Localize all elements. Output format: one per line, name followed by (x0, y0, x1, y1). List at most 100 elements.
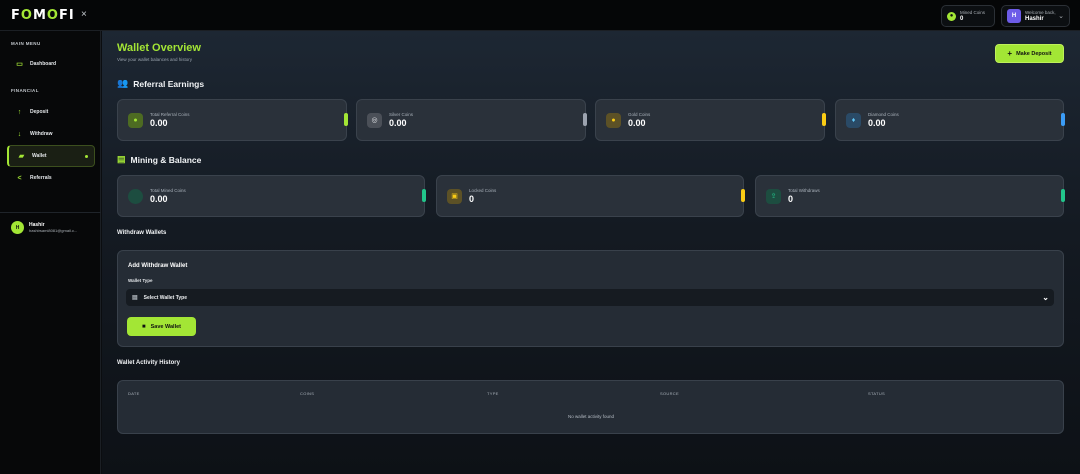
card-accent (741, 189, 745, 202)
sidebar-profile[interactable]: H Hashir hashirsami8081@gmail.c... (11, 221, 77, 234)
panel-title: Add Withdraw Wallet (128, 263, 188, 269)
card-label: Diamond Coins (868, 111, 899, 117)
main-content: Wallet Overview View your wallet balance… (102, 31, 1080, 474)
card-label: Gold Coins (628, 111, 651, 117)
total-withdraws-card: ⇪ Total Withdraws 0 (755, 175, 1065, 217)
silver-coin-icon: ◎ (367, 112, 382, 128)
financial-title: FINANCIAL (11, 88, 39, 93)
make-deposit-button[interactable]: + Make Deposit (995, 44, 1064, 63)
mined-coins-label: Mined Coins (960, 9, 986, 15)
mined-coins-pill: ● Mined Coins 0 (941, 5, 995, 27)
profile-email: hashirsami8081@gmail.c... (29, 227, 78, 233)
total-referral-coins-card: ● Total Referral Coins 0.00 (117, 99, 348, 141)
user-avatar: H (1007, 9, 1021, 23)
wallet-activity-table: DATE COINS TYPE SOURCE STATUS No wallet … (117, 380, 1064, 434)
card-value: 0.00 (628, 117, 646, 128)
user-name: Hashir (1025, 15, 1044, 22)
wallet-icon: ▤ (132, 295, 138, 301)
active-indicator (85, 154, 88, 158)
sidebar-item-deposit[interactable]: ↑ Deposit (7, 103, 95, 121)
empty-state-message: No wallet activity found (567, 414, 615, 419)
diamond-icon: ♦ (846, 112, 861, 128)
card-value: 0.00 (150, 117, 168, 128)
card-accent (422, 189, 426, 202)
wallet-icon: ▰ (18, 153, 25, 160)
card-accent (822, 113, 826, 126)
coins-stack-icon: ▤ (117, 154, 126, 164)
sidebar: MAIN MENU ▭ Dashboard FINANCIAL ↑ Deposi… (0, 31, 101, 474)
profile-avatar: H (11, 221, 24, 234)
plus-icon: + (1007, 49, 1013, 58)
diamond-coins-card: ♦ Diamond Coins 0.00 (835, 99, 1065, 141)
wallet-type-value: Select Wallet Type (143, 294, 188, 301)
user-menu[interactable]: H Welcome back, Hashir ⌄ (1001, 5, 1070, 27)
wallet-type-select[interactable]: ▤ Select Wallet Type ⌄ (126, 289, 1054, 306)
card-label: Total Mined Coins (150, 187, 186, 193)
withdraw-icon: ⇪ (766, 188, 781, 204)
column-status[interactable]: STATUS (868, 391, 885, 396)
sidebar-item-label: Deposit (30, 109, 49, 115)
column-coins[interactable]: COINS (300, 391, 314, 396)
card-accent (1061, 113, 1065, 126)
card-value: 0.00 (150, 193, 168, 204)
sidebar-item-label: Referrals (30, 175, 52, 181)
sidebar-item-wallet[interactable]: ▰ Wallet (7, 145, 95, 167)
mining-balance-title: Mining & Balance (130, 154, 202, 165)
sidebar-item-label: Dashboard (30, 61, 57, 67)
coin-icon: ● (947, 11, 956, 21)
lock-icon: ▣ (447, 188, 462, 204)
chevron-down-icon: ⌄ (1042, 293, 1049, 302)
card-accent (583, 113, 587, 126)
sidebar-item-referrals[interactable]: < Referrals (7, 169, 95, 187)
referral-earnings-heading: 👥 Referral Earnings (117, 78, 204, 89)
logo-suffix: FI (58, 8, 75, 23)
referral-earnings-title: Referral Earnings (133, 78, 205, 89)
total-mined-coins-card: Total Mined Coins 0.00 (117, 175, 426, 217)
column-source[interactable]: SOURCE (660, 391, 679, 396)
arrow-down-icon: ↓ (17, 130, 22, 138)
sidebar-divider (0, 212, 101, 213)
logo-letter-m: M (32, 8, 47, 23)
make-deposit-label: Make Deposit (1016, 50, 1052, 57)
logo-letter-o2: O (46, 8, 59, 23)
mined-coins-value: 0 (960, 15, 964, 22)
card-label: Locked Coins (469, 187, 497, 193)
column-date[interactable]: DATE (128, 391, 140, 396)
mined-coin-icon (128, 188, 143, 204)
save-icon: ■ (142, 323, 146, 330)
users-icon: 👥 (117, 78, 129, 88)
main-menu-title: MAIN MENU (11, 41, 41, 46)
mining-balance-heading: ▤ Mining & Balance (117, 154, 201, 165)
locked-coins-card: ▣ Locked Coins 0 (436, 175, 745, 217)
card-value: 0.00 (389, 117, 407, 128)
gold-coins-card: ● Gold Coins 0.00 (595, 99, 826, 141)
sidebar-item-label: Wallet (32, 153, 47, 159)
wallet-type-label: Wallet Type (128, 278, 153, 283)
share-icon: < (17, 174, 22, 182)
silver-coins-card: ◎ Silver Coins 0.00 (356, 99, 587, 141)
gold-coin-icon: ● (606, 112, 621, 128)
sidebar-item-dashboard[interactable]: ▭ Dashboard (7, 55, 95, 73)
logo-letter-o: O (20, 8, 33, 23)
arrow-up-icon: ↑ (17, 108, 22, 116)
users-icon: ● (128, 112, 143, 128)
card-value: 0 (788, 193, 794, 204)
card-value: 0 (469, 193, 475, 204)
card-accent (344, 113, 348, 126)
add-withdraw-wallet-panel: Add Withdraw Wallet Wallet Type ▤ Select… (117, 250, 1064, 347)
top-bar: FOMOFI × ● Mined Coins 0 H Welcome back,… (0, 0, 1080, 31)
monitor-icon: ▭ (16, 61, 23, 68)
card-label: Total Withdraws (788, 187, 820, 193)
close-sidebar-icon[interactable]: × (81, 9, 87, 20)
page-title: Wallet Overview (117, 42, 201, 54)
sidebar-item-withdraw[interactable]: ↓ Withdraw (7, 125, 95, 143)
sidebar-item-label: Withdraw (30, 131, 53, 137)
save-wallet-button[interactable]: ■ Save Wallet (127, 317, 196, 336)
withdraw-wallets-heading: Withdraw Wallets (117, 230, 167, 236)
card-label: Silver Coins (389, 111, 414, 117)
logo-letter: F (11, 8, 21, 23)
column-type[interactable]: TYPE (487, 391, 499, 396)
welcome-label: Welcome back, (1025, 9, 1056, 15)
chevron-down-icon: ⌄ (1058, 13, 1064, 20)
app-logo[interactable]: FOMOFI (11, 8, 75, 23)
